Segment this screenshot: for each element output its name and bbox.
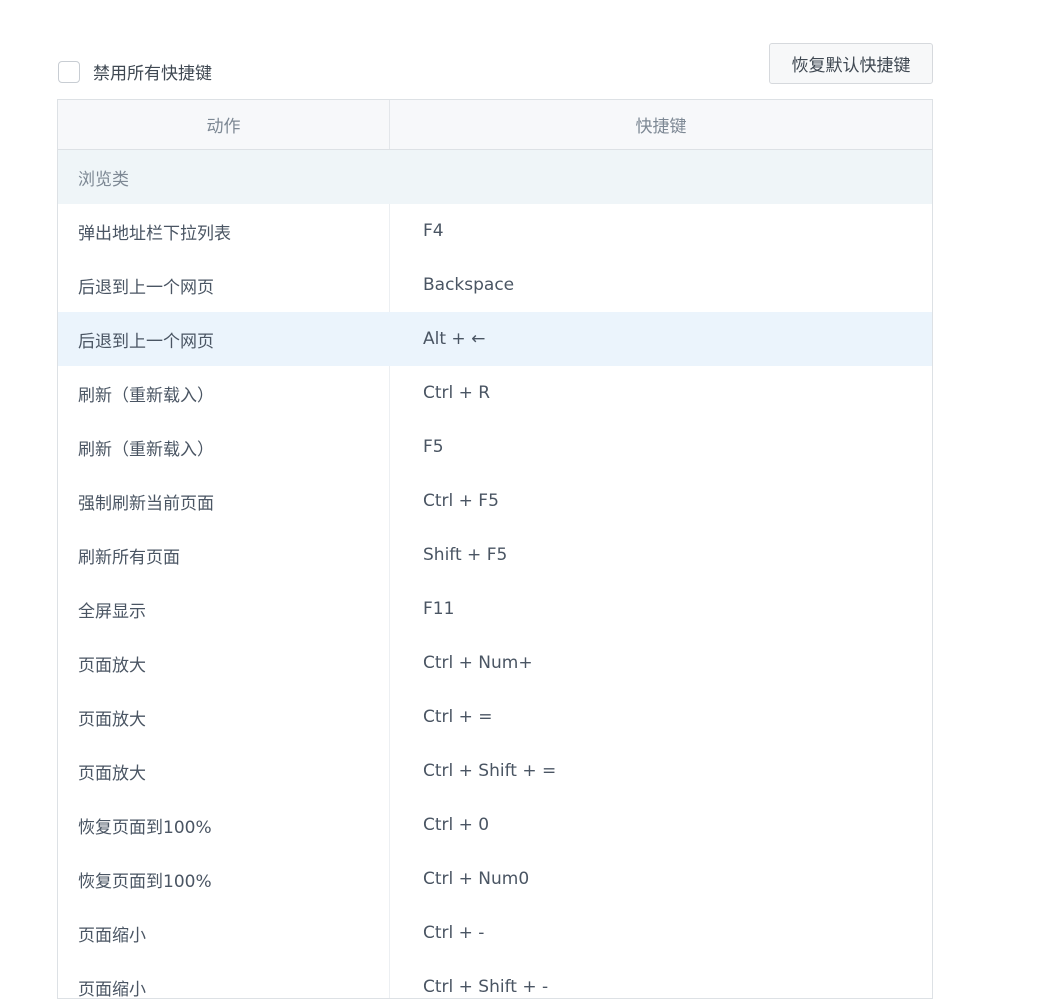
toolbar: 禁用所有快捷键 恢复默认快捷键	[58, 43, 933, 85]
shortcut-cell[interactable]: F5	[390, 420, 932, 474]
action-cell: 刷新（重新载入）	[58, 366, 390, 420]
table-row[interactable]: 刷新所有页面 Shift + F5	[58, 528, 932, 582]
shortcut-cell[interactable]: Ctrl + Shift + =	[390, 744, 932, 798]
shortcut-cell[interactable]: Ctrl + =	[390, 690, 932, 744]
shortcut-cell[interactable]: Alt + ←	[390, 312, 932, 366]
table-row[interactable]: 恢复页面到100% Ctrl + Num0	[58, 852, 932, 906]
table-row[interactable]: 页面放大 Ctrl + Shift + =	[58, 744, 932, 798]
table-row[interactable]: 全屏显示 F11	[58, 582, 932, 636]
action-cell: 刷新（重新载入）	[58, 420, 390, 474]
column-header-action: 动作	[58, 100, 390, 149]
disable-all-label: 禁用所有快捷键	[93, 64, 212, 84]
action-cell: 恢复页面到100%	[58, 798, 390, 852]
table-row[interactable]: 强制刷新当前页面 Ctrl + F5	[58, 474, 932, 528]
disable-all-shortcuts-toggle[interactable]: 禁用所有快捷键	[58, 59, 212, 84]
table-row[interactable]: 弹出地址栏下拉列表 F4	[58, 204, 932, 258]
shortcut-cell[interactable]: Ctrl + Shift + -	[390, 960, 932, 998]
shortcut-table: 动作 快捷键 浏览类 弹出地址栏下拉列表 F4 后退到上一个网页 Backspa…	[57, 99, 933, 999]
action-cell: 页面缩小	[58, 960, 390, 998]
action-cell: 页面放大	[58, 744, 390, 798]
action-cell: 后退到上一个网页	[78, 331, 214, 352]
disable-all-checkbox[interactable]	[58, 60, 80, 83]
shortcut-cell[interactable]: F11	[390, 582, 932, 636]
shortcut-cell[interactable]: Ctrl + 0	[390, 798, 932, 852]
action-cell: 后退到上一个网页	[58, 258, 390, 312]
table-row[interactable]: 刷新（重新载入） F5	[58, 420, 932, 474]
shortcut-cell[interactable]: Ctrl + -	[390, 906, 932, 960]
table-row[interactable]: 刷新（重新载入） Ctrl + R	[58, 366, 932, 420]
group-row-browse: 浏览类	[58, 150, 932, 204]
shortcut-cell[interactable]: Ctrl + Num+	[390, 636, 932, 690]
table-row-highlighted[interactable]: 后退到上一个网页 Alt + ←	[58, 312, 932, 366]
action-cell: 全屏显示	[58, 582, 390, 636]
action-cell: 页面放大	[58, 636, 390, 690]
table-row[interactable]: 页面缩小 Ctrl + -	[58, 906, 932, 960]
column-header-shortcut: 快捷键	[635, 117, 687, 137]
action-cell: 刷新所有页面	[58, 528, 390, 582]
table-row[interactable]: 恢复页面到100% Ctrl + 0	[58, 798, 932, 852]
shortcut-cell[interactable]: Ctrl + F5	[390, 474, 932, 528]
action-cell: 页面缩小	[58, 906, 390, 960]
shortcut-cell[interactable]: F4	[390, 204, 932, 258]
table-row[interactable]: 后退到上一个网页 Backspace	[58, 258, 932, 312]
table-row[interactable]: 页面放大 Ctrl + Num+	[58, 636, 932, 690]
restore-defaults-button[interactable]: 恢复默认快捷键	[769, 43, 933, 84]
table-row[interactable]: 页面缩小 Ctrl + Shift + -	[58, 960, 932, 998]
shortcut-cell[interactable]: Ctrl + Num0	[390, 852, 932, 906]
table-row[interactable]: 页面放大 Ctrl + =	[58, 690, 932, 744]
action-cell: 强制刷新当前页面	[58, 474, 390, 528]
shortcut-cell[interactable]: Ctrl + R	[390, 366, 932, 420]
action-cell: 页面放大	[58, 690, 390, 744]
shortcut-cell[interactable]: Shift + F5	[390, 528, 932, 582]
action-cell: 弹出地址栏下拉列表	[58, 204, 390, 258]
shortcut-cell[interactable]: Backspace	[390, 258, 932, 312]
table-header: 动作 快捷键	[58, 100, 932, 150]
action-cell: 恢复页面到100%	[58, 852, 390, 906]
